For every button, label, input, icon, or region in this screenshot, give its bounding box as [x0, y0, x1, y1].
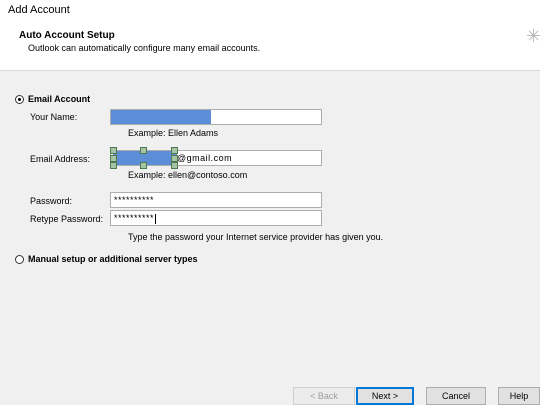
email-address-hint: Example: ellen@contoso.com: [128, 170, 248, 180]
selection-handle[interactable]: [171, 162, 178, 169]
email-address-value: @gmail.com: [177, 153, 233, 163]
email-account-option[interactable]: Email Account: [15, 94, 90, 104]
page-subtitle: Outlook can automatically configure many…: [28, 43, 261, 53]
help-button[interactable]: Help: [498, 387, 540, 405]
page-title: Auto Account Setup: [19, 30, 115, 41]
selection-handle[interactable]: [171, 155, 178, 162]
window-title: Add Account: [8, 4, 70, 16]
email-account-radio[interactable]: [15, 94, 24, 104]
text-cursor: [155, 213, 157, 224]
email-address-label: Email Address:: [30, 154, 91, 164]
retype-password-label: Retype Password:: [30, 214, 104, 224]
selection-handle[interactable]: [171, 147, 178, 154]
password-hint: Type the password your Internet service …: [128, 232, 384, 242]
password-label: Password:: [30, 196, 73, 206]
password-input[interactable]: **********: [110, 192, 322, 208]
setup-wizard-icon: ✳: [526, 26, 540, 46]
redacted-name: [111, 110, 211, 124]
selection-handle[interactable]: [110, 162, 117, 169]
password-value: **********: [114, 195, 155, 205]
retype-password-input[interactable]: **********: [110, 210, 322, 226]
manual-setup-option[interactable]: Manual setup or additional server types: [15, 254, 198, 264]
selection-handle[interactable]: [140, 162, 147, 169]
selection-handle[interactable]: [110, 155, 117, 162]
cancel-button[interactable]: Cancel: [426, 387, 486, 405]
next-button[interactable]: Next >: [356, 387, 414, 405]
title-bar: Add Account: [0, 0, 540, 22]
your-name-input[interactable]: [110, 109, 322, 125]
selection-handle[interactable]: [110, 147, 117, 154]
retype-password-value: **********: [114, 213, 157, 224]
your-name-label: Your Name:: [30, 112, 78, 122]
your-name-hint: Example: Ellen Adams: [128, 128, 219, 138]
manual-setup-label: Manual setup or additional server types: [28, 254, 198, 264]
email-account-label: Email Account: [28, 94, 91, 104]
retype-password-text: **********: [114, 213, 155, 223]
header-panel: Auto Account Setup Outlook can automatic…: [0, 22, 540, 71]
selection-handle[interactable]: [140, 147, 147, 154]
manual-setup-radio[interactable]: [15, 254, 24, 264]
back-button[interactable]: < Back: [293, 387, 355, 405]
